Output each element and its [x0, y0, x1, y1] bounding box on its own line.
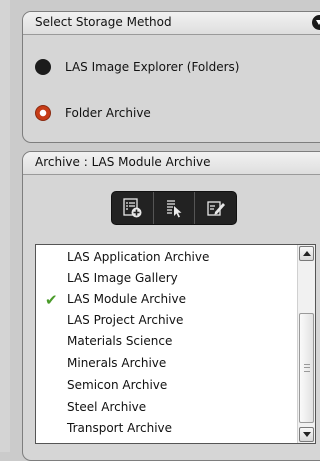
collapse-icon[interactable]	[312, 15, 320, 30]
list-item-label: Materials Science	[67, 334, 173, 348]
list-item-label: Transport Archive	[67, 421, 173, 435]
archive-list[interactable]: LAS Application Archive LAS Image Galler…	[35, 244, 316, 444]
list-item-label: Minerals Archive	[67, 356, 167, 370]
list-item[interactable]: Materials Science	[36, 331, 266, 352]
list-item[interactable]: Steel Archive	[36, 397, 266, 418]
list-item-label: Semicon Archive	[67, 378, 168, 392]
archive-toolbar	[111, 191, 237, 225]
list-item[interactable]: Minerals Archive	[36, 353, 266, 374]
list-item-label: Steel Archive	[67, 400, 147, 414]
option-label: LAS Image Explorer (Folders)	[65, 60, 240, 74]
new-archive-icon	[123, 198, 142, 218]
browse-archive-icon	[167, 200, 182, 218]
edit-archive-icon	[207, 201, 225, 216]
list-item-label: LAS Application Archive	[67, 250, 210, 264]
edit-archive-button[interactable]	[195, 192, 236, 224]
radio-unselected-icon[interactable]	[35, 59, 51, 75]
scroll-up-icon[interactable]	[299, 246, 314, 261]
archive-header: Archive : LAS Module Archive	[23, 152, 320, 175]
list-scrollbar[interactable]	[297, 245, 315, 443]
storage-method-title: Select Storage Method	[35, 15, 172, 29]
list-item-label: LAS Module Archive	[67, 292, 186, 306]
scrollbar-thumb[interactable]	[299, 313, 314, 423]
list-item-selected[interactable]: ✔ LAS Module Archive	[36, 289, 266, 310]
option-label: Folder Archive	[65, 106, 151, 120]
new-archive-button[interactable]	[112, 192, 154, 224]
checkmark-icon: ✔	[45, 291, 58, 309]
radio-selected-icon[interactable]	[35, 105, 51, 121]
option-folder-archive[interactable]: Folder Archive	[35, 103, 151, 123]
archive-title: Archive : LAS Module Archive	[35, 155, 211, 169]
archive-panel: Archive : LAS Module Archive LAS Applica…	[22, 151, 320, 461]
list-item-label: LAS Project Archive	[67, 313, 184, 327]
storage-method-header[interactable]: Select Storage Method	[23, 12, 320, 35]
browse-archive-button[interactable]	[154, 192, 196, 224]
list-item[interactable]: LAS Application Archive	[36, 247, 266, 268]
list-item[interactable]: Transport Archive	[36, 418, 266, 439]
left-edge-strip	[0, 0, 10, 452]
list-item-label: LAS Image Gallery	[67, 271, 178, 285]
list-item[interactable]: LAS Project Archive	[36, 310, 266, 331]
storage-method-panel: Select Storage Method LAS Image Explorer…	[22, 11, 320, 143]
list-item[interactable]: LAS Image Gallery	[36, 268, 266, 289]
scroll-down-icon[interactable]	[299, 427, 314, 442]
option-las-image-explorer[interactable]: LAS Image Explorer (Folders)	[35, 57, 239, 77]
grip-icon	[304, 364, 310, 372]
list-item[interactable]: Semicon Archive	[36, 375, 266, 396]
